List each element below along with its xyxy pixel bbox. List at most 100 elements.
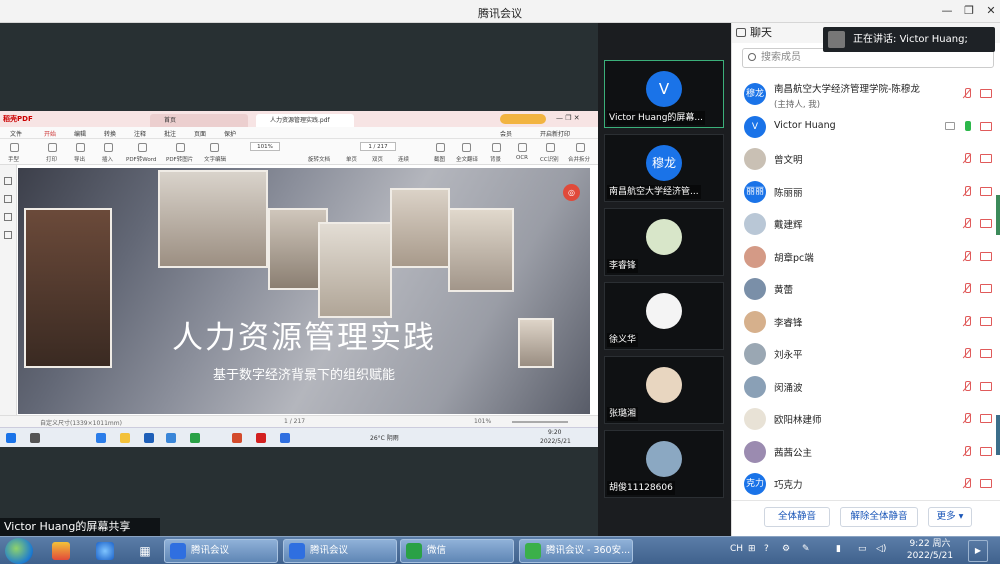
remote-app-icon[interactable]: [144, 433, 154, 443]
page-field[interactable]: 1 / 217: [360, 142, 396, 151]
app-shortcut-icon[interactable]: [52, 542, 70, 560]
member-row[interactable]: V Victor Huang: [732, 111, 994, 143]
member-row[interactable]: 戴建辉: [732, 208, 994, 240]
battery-icon[interactable]: ▭: [858, 544, 867, 554]
pdf-to-word-icon[interactable]: [138, 143, 147, 152]
remote-mail-icon[interactable]: [166, 433, 176, 443]
unmute-all-button[interactable]: 解除全体静音: [840, 507, 918, 527]
taskbar-button-wechat[interactable]: 微信: [400, 539, 514, 563]
print-icon[interactable]: [48, 143, 57, 152]
grid-icon[interactable]: ▦: [136, 542, 154, 560]
pen-icon[interactable]: ✎: [802, 544, 810, 554]
microphone-muted-icon[interactable]: [962, 445, 972, 458]
microphone-muted-icon[interactable]: [962, 283, 972, 295]
pdf-float-icon[interactable]: ◎: [563, 184, 580, 201]
member-row[interactable]: 胡章pc端: [732, 241, 994, 273]
cc-icon[interactable]: [546, 143, 555, 152]
remote-window-controls[interactable]: — ❐ ✕: [556, 114, 580, 122]
video-tile[interactable]: 张璐湘: [604, 356, 724, 424]
attachment-icon[interactable]: [4, 231, 12, 239]
remote-menu-item[interactable]: 文件: [10, 129, 22, 138]
member-row[interactable]: 李睿锋: [732, 306, 994, 338]
close-icon[interactable]: ✕: [982, 3, 1000, 19]
member-row[interactable]: 曾文明: [732, 143, 994, 175]
remote-menu-item[interactable]: 批注: [164, 129, 176, 138]
video-tile[interactable]: 徐义华: [604, 282, 724, 350]
export-icon[interactable]: [76, 143, 85, 152]
microphone-muted-icon[interactable]: [962, 380, 972, 393]
member-row[interactable]: 闵涌波: [732, 371, 994, 403]
member-row[interactable]: 克力 巧克力: [732, 468, 994, 496]
show-desktop-button[interactable]: ▶: [968, 540, 988, 562]
remote-edge-icon[interactable]: [96, 433, 106, 443]
camera-off-icon[interactable]: [980, 251, 992, 261]
taskbar-button-meeting[interactable]: 腾讯会议: [283, 539, 397, 563]
network-icon[interactable]: ▮: [836, 544, 841, 554]
remote-tab-pdf[interactable]: 人力资源管理实践.pdf: [256, 114, 354, 127]
camera-off-icon[interactable]: [980, 349, 992, 358]
microphone-muted-icon[interactable]: [962, 250, 972, 263]
more-button[interactable]: 更多 ▾: [928, 507, 972, 527]
member-row[interactable]: 欧阳林建师: [732, 403, 994, 435]
remote-menu-item[interactable]: 保护: [224, 129, 236, 138]
microphone-muted-icon[interactable]: [962, 218, 972, 230]
shared-remote-screen[interactable]: 稻壳PDF 首页 人力资源管理实践.pdf — ❐ ✕ 文件 开始 编辑 转换 …: [0, 111, 598, 447]
screenshot-icon[interactable]: [436, 143, 445, 152]
ocr-icon[interactable]: [518, 143, 527, 152]
help-icon[interactable]: ?: [764, 544, 769, 554]
thumbnail-icon[interactable]: [4, 177, 12, 185]
remote-menu-item[interactable]: 注释: [134, 129, 146, 138]
mute-all-button[interactable]: 全体静音: [764, 507, 830, 527]
camera-off-icon[interactable]: [980, 479, 992, 488]
background-icon[interactable]: [492, 143, 501, 152]
taskbar-button-360[interactable]: 腾讯会议 - 360安...: [519, 539, 633, 563]
camera-off-icon[interactable]: [980, 316, 992, 326]
microphone-muted-icon[interactable]: [962, 88, 972, 100]
remote-start-icon[interactable]: [6, 433, 16, 443]
camera-off-icon[interactable]: [980, 121, 992, 131]
camera-off-icon[interactable]: [980, 414, 992, 423]
video-tile[interactable]: 穆龙 南昌航空大学经济管...: [604, 134, 724, 202]
microphone-muted-icon[interactable]: [962, 413, 972, 425]
camera-off-icon[interactable]: [980, 381, 992, 391]
remote-menu-item[interactable]: 开始: [44, 129, 56, 138]
remote-folder-icon[interactable]: [120, 433, 130, 443]
remote-menu-item[interactable]: 开启新打印: [540, 129, 570, 138]
remote-wechat-icon[interactable]: [190, 433, 200, 443]
text-edit-icon[interactable]: [210, 143, 219, 152]
microphone-muted-icon[interactable]: [962, 153, 972, 165]
microphone-muted-icon[interactable]: [962, 185, 972, 198]
tray-icon-ime[interactable]: ⊞: [748, 544, 756, 554]
member-row[interactable]: 穆龙 南昌航空大学经济管理学院-陈穆龙 (主持人, 我): [732, 78, 994, 110]
status-zoom-text[interactable]: 101%: [474, 418, 491, 425]
system-clock[interactable]: 9:22 周六 2022/5/21: [900, 538, 960, 562]
camera-off-icon[interactable]: [980, 89, 992, 98]
camera-off-icon[interactable]: [980, 186, 992, 196]
comment-icon[interactable]: [4, 213, 12, 221]
member-list[interactable]: 穆龙 南昌航空大学经济管理学院-陈穆龙 (主持人, 我) V Victor Huang 曾…: [732, 78, 1000, 496]
microphone-muted-icon[interactable]: [962, 315, 972, 328]
zoom-slider[interactable]: [512, 421, 568, 423]
ime-indicator[interactable]: CH: [730, 544, 743, 554]
restore-icon[interactable]: ❐: [960, 3, 978, 19]
camera-off-icon[interactable]: [980, 284, 992, 293]
member-row[interactable]: 茜茜公主: [732, 436, 994, 468]
start-button[interactable]: [5, 538, 33, 564]
pdf-to-image-icon[interactable]: [176, 143, 185, 152]
remote-menu-item[interactable]: 转换: [104, 129, 116, 138]
remote-menu-item[interactable]: 会员: [500, 129, 512, 138]
microphone-icon[interactable]: [962, 120, 972, 133]
remote-office-icon[interactable]: [232, 433, 242, 443]
member-row[interactable]: 丽丽 陈丽丽: [732, 176, 994, 208]
video-tile[interactable]: 李睿锋: [604, 208, 724, 276]
ie-icon[interactable]: [96, 542, 114, 560]
translate-icon[interactable]: [462, 143, 471, 152]
settings-icon[interactable]: ⚙: [782, 544, 790, 554]
member-row[interactable]: 黄蕾: [732, 273, 994, 305]
microphone-muted-icon[interactable]: [962, 478, 972, 490]
remote-menu-item[interactable]: 页面: [194, 129, 206, 138]
video-tile[interactable]: V Victor Huang的屏幕...: [604, 60, 724, 128]
scroll-indicator[interactable]: [996, 195, 1000, 235]
volume-icon[interactable]: ◁): [876, 544, 886, 554]
hand-tool-icon[interactable]: [10, 143, 19, 152]
